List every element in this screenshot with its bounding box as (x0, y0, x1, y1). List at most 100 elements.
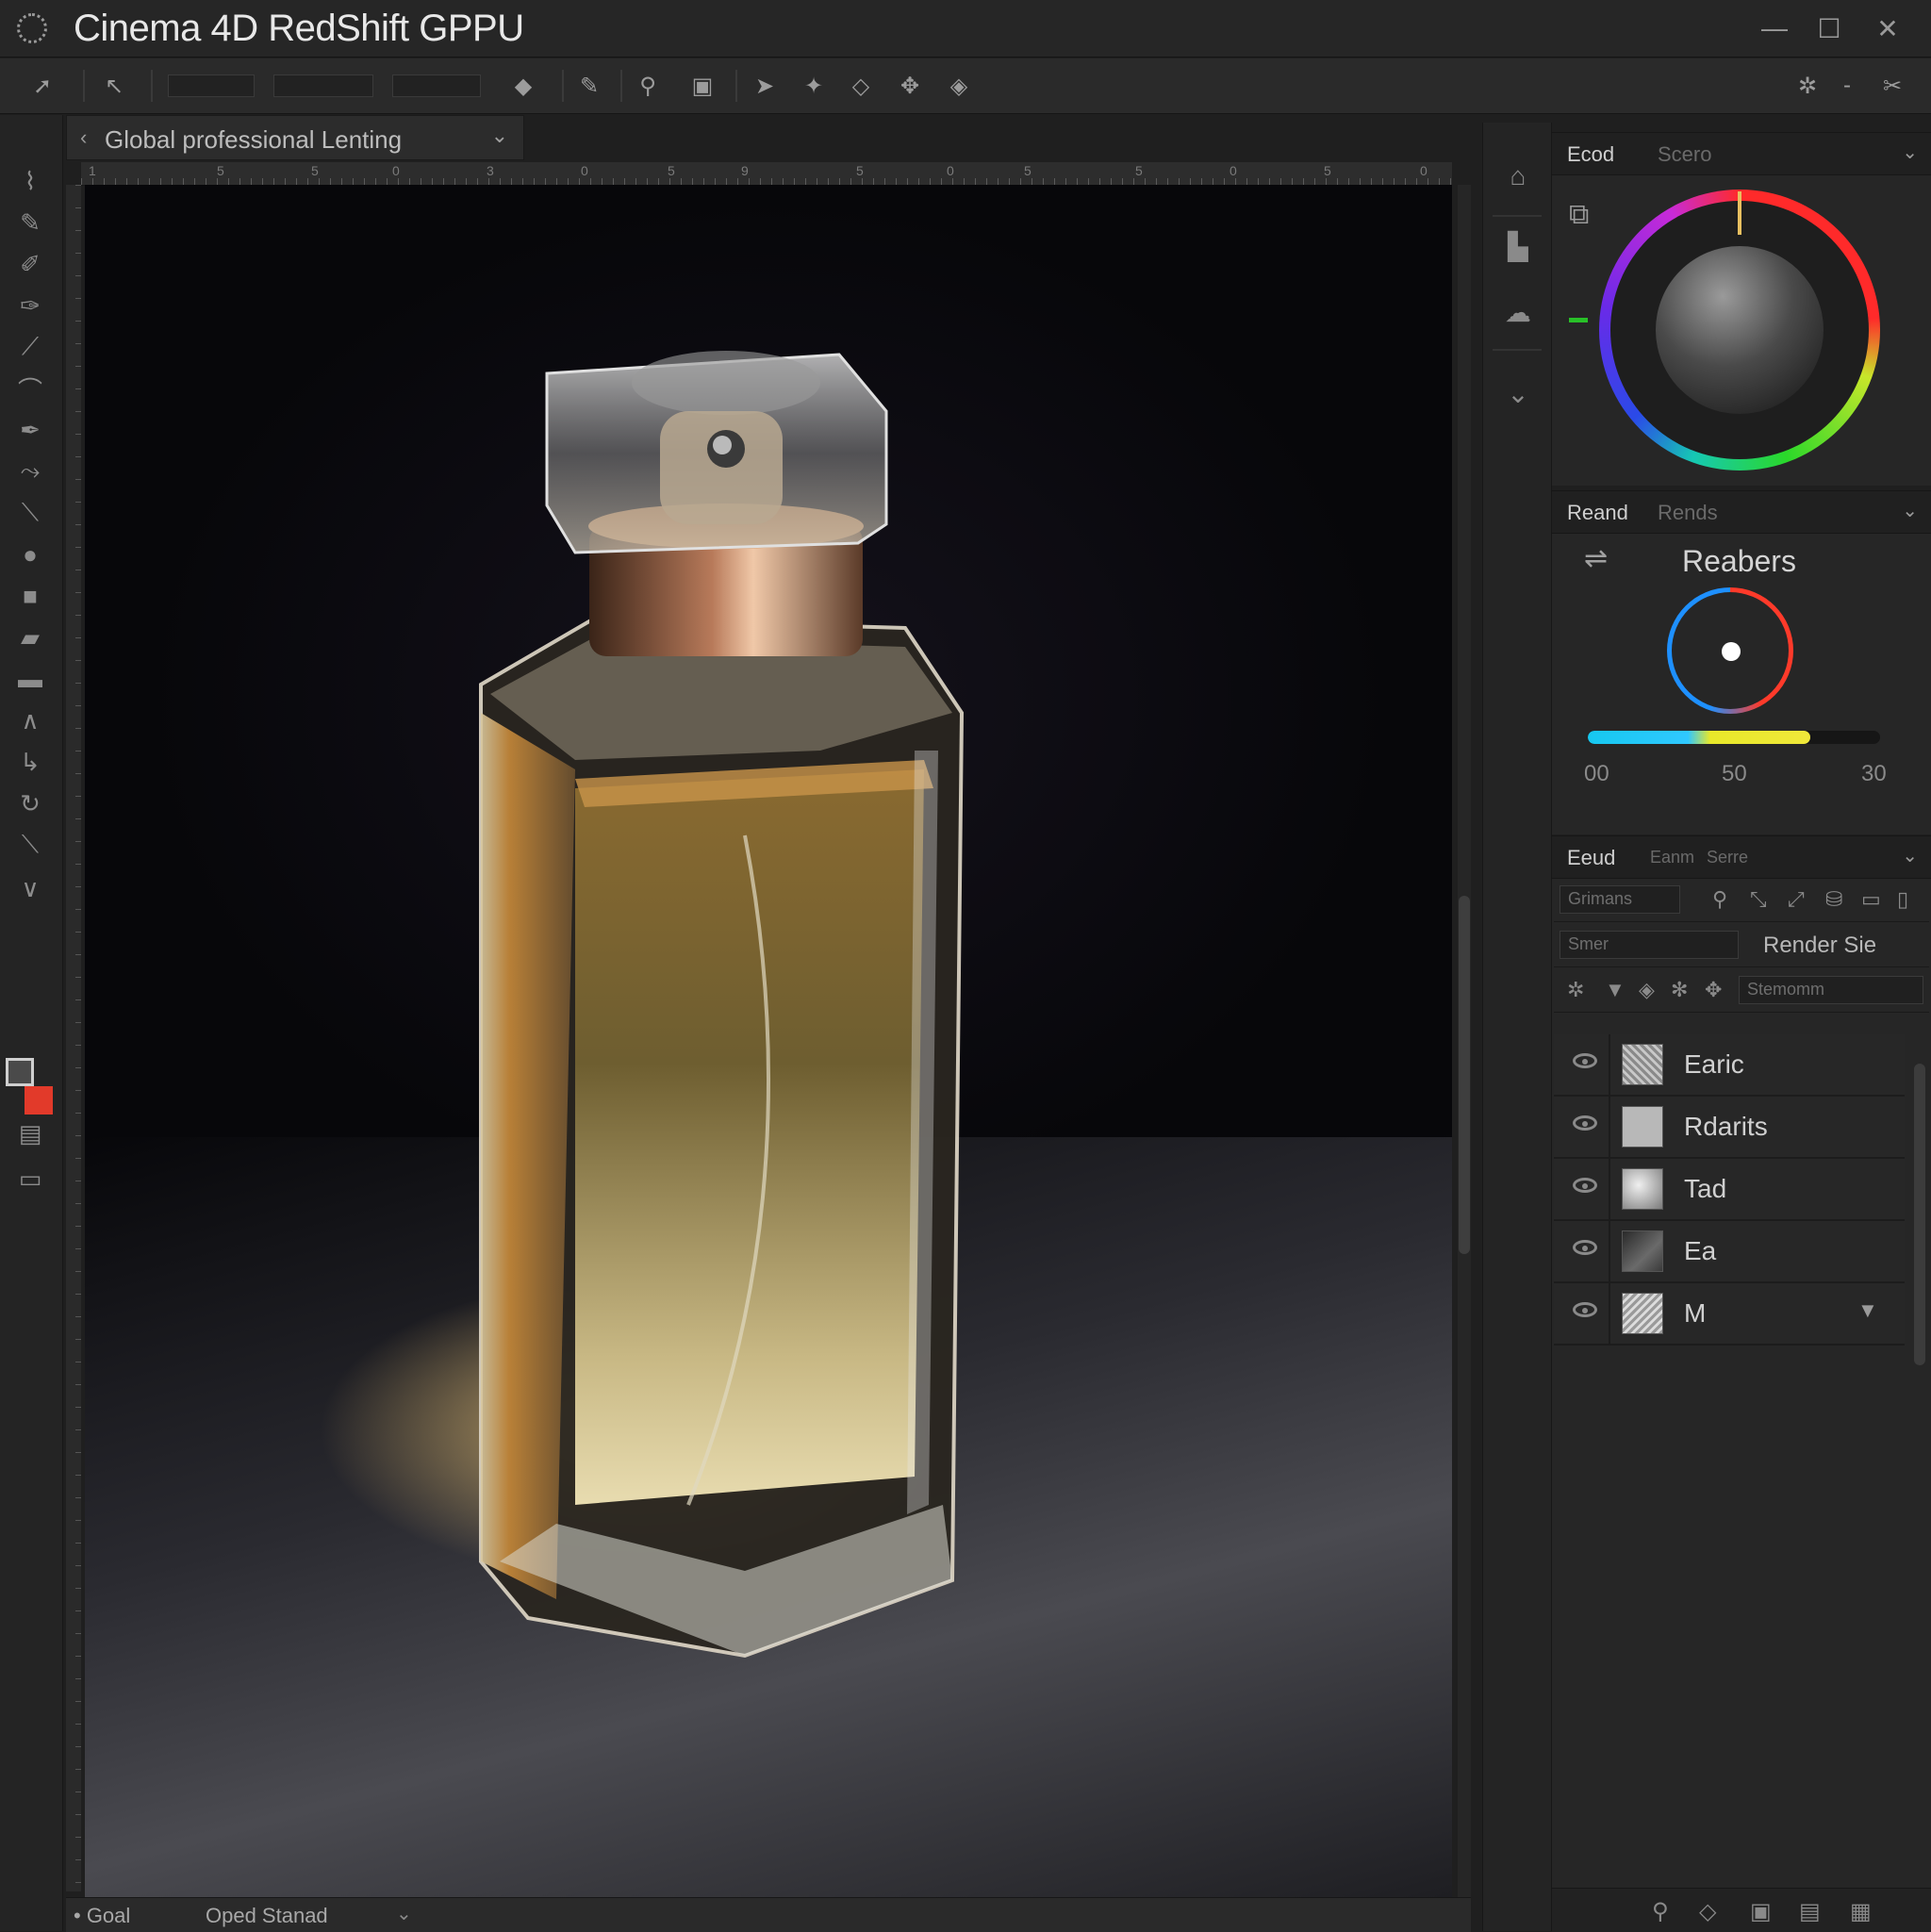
ruler-tool-icon[interactable]: ▰ (13, 622, 47, 652)
lock-icon[interactable]: ▯ (1897, 887, 1908, 912)
collapse-icon[interactable]: - (1833, 72, 1861, 100)
blend-mode-select[interactable]: Grimans (1560, 885, 1680, 914)
layer-row[interactable]: Earic (1554, 1034, 1905, 1097)
line-tool-icon[interactable]: ⟍ (13, 830, 47, 860)
adjust-icon[interactable]: ✥ (1705, 978, 1722, 1002)
render-canvas[interactable] (85, 185, 1452, 1897)
brush-tool-icon[interactable]: ⌇ (13, 166, 47, 196)
eye-icon[interactable] (1573, 1178, 1597, 1193)
layer-filter-select[interactable]: Stemomm (1739, 976, 1923, 1004)
chevron-down-icon[interactable]: ⌄ (1502, 377, 1534, 409)
move-tool-icon[interactable]: ➤ (751, 72, 779, 100)
filter-down-icon[interactable]: ▼ (1605, 978, 1626, 1002)
pin-icon[interactable]: ✦ (800, 72, 828, 100)
tools-icon[interactable]: ✂ (1878, 72, 1906, 100)
chevron-left-icon[interactable]: ‹ (80, 125, 87, 150)
pin-icon[interactable]: ⤢ (1788, 887, 1805, 912)
screen-mode-icon[interactable]: ▤ (13, 1118, 47, 1148)
status-mode-dropdown[interactable]: Oped Stanad (206, 1904, 328, 1928)
pen-tool-icon[interactable]: ✒ (13, 415, 47, 445)
layers-scrollbar-thumb[interactable] (1914, 1064, 1925, 1365)
maximize-button[interactable]: ☐ (1807, 8, 1852, 49)
pencil-tool-icon[interactable]: ✐ (13, 249, 47, 279)
color-preview-ball[interactable] (1656, 246, 1824, 414)
chevron-down-icon[interactable]: ⌄ (1902, 844, 1918, 867)
screen-icon[interactable]: ▭ (1861, 887, 1881, 912)
smudge-tool-icon[interactable]: ⟋ (13, 332, 47, 362)
search-icon[interactable]: ⚲ (1712, 887, 1727, 912)
pointer-icon[interactable]: ➚ (28, 72, 57, 100)
tab-eeud[interactable]: Eeud (1567, 846, 1615, 870)
tab-ecod[interactable]: Ecod (1567, 142, 1614, 167)
tab-reand[interactable]: Reand (1567, 501, 1628, 525)
eraser-tool-icon[interactable]: ✑ (13, 290, 47, 321)
tab-rends[interactable]: Rends (1658, 501, 1718, 525)
rotate-icon[interactable]: ✥ (896, 72, 924, 100)
bucket-icon[interactable]: ⛁ (1825, 887, 1842, 912)
select-icon[interactable]: ↖ (100, 72, 128, 100)
stamp-icon[interactable]: ⚲ (634, 72, 662, 100)
chevron-down-icon[interactable]: ⌄ (1902, 140, 1918, 164)
rotate-tool-icon[interactable]: ↻ (13, 788, 47, 818)
gear-icon[interactable] (17, 13, 47, 43)
gear-icon[interactable]: ✲ (1567, 978, 1584, 1002)
mode-dropdown[interactable] (392, 74, 481, 97)
hue-marker[interactable] (1738, 191, 1741, 235)
stroke-width-field[interactable] (168, 74, 255, 97)
eye-icon[interactable] (1573, 1302, 1597, 1317)
histogram-icon[interactable]: ▙ (1502, 230, 1534, 262)
new-group-icon[interactable]: ▣ (1750, 1898, 1772, 1925)
caret-up-icon[interactable]: ∧ (13, 705, 47, 735)
render-slider[interactable] (1588, 731, 1880, 744)
link-icon[interactable]: ⤡ (1750, 887, 1767, 912)
layer-row[interactable]: Rdarits (1554, 1097, 1905, 1159)
size-dropdown[interactable] (273, 74, 373, 97)
delete-layer-icon[interactable]: ▦ (1850, 1898, 1872, 1925)
hook-tool-icon[interactable]: ↳ (13, 747, 47, 777)
chevron-down-icon[interactable]: ⌄ (1902, 499, 1918, 522)
shape-tool-icon[interactable]: ▬ (13, 664, 47, 694)
layer-row[interactable]: Tad (1554, 1159, 1905, 1221)
minimize-button[interactable]: — (1752, 8, 1797, 49)
rectangle-tool-icon[interactable]: ■ (13, 581, 47, 611)
frame-icon[interactable]: ▣ (688, 72, 717, 100)
lasso-tool-icon[interactable]: ⌒ (13, 373, 47, 405)
tab-serre[interactable]: Serre (1707, 848, 1748, 867)
knife-tool-icon[interactable]: ⟍ (13, 498, 47, 528)
render-size-label[interactable]: Render Sie (1763, 933, 1876, 959)
layer-row[interactable]: Ea (1554, 1221, 1905, 1283)
opacity-select[interactable]: Smer (1560, 931, 1739, 959)
dropper-tool-icon[interactable]: ⤳ (13, 456, 47, 487)
eye-icon[interactable] (1573, 1115, 1597, 1131)
expand-caret-icon[interactable]: ▼ (1857, 1298, 1878, 1323)
document-tab[interactable]: ‹ Global professional Lenting ⌄ (66, 115, 524, 160)
blob-tool-icon[interactable]: ● (13, 539, 47, 570)
quick-mask-icon[interactable]: ▭ (13, 1164, 47, 1194)
close-button[interactable]: ✕ (1865, 8, 1910, 49)
check-tool-icon[interactable]: ∨ (13, 873, 47, 903)
swatches-icon[interactable]: ⧉ (1569, 199, 1589, 231)
tag-icon[interactable]: ◇ (1699, 1898, 1716, 1925)
layers-cloud-icon[interactable]: ☁ (1502, 296, 1534, 328)
chevron-down-icon[interactable]: ⌄ (491, 124, 508, 148)
eye-icon[interactable] (1573, 1053, 1597, 1068)
new-layer-icon[interactable]: ▤ (1799, 1898, 1821, 1925)
background-color-swatch[interactable] (25, 1086, 53, 1115)
anchor-icon[interactable]: ◈ (945, 72, 973, 100)
play-tag-icon[interactable]: ◆ (509, 72, 537, 100)
filter-icon[interactable]: ⇌ (1584, 542, 1608, 575)
eye-icon[interactable] (1573, 1240, 1597, 1255)
paint-tool-icon[interactable]: ✎ (13, 207, 47, 238)
settings-gear-icon[interactable]: ✲ (1793, 72, 1822, 100)
home-icon[interactable]: ⌂ (1502, 160, 1534, 192)
canvas-scrollbar-thumb[interactable] (1459, 896, 1470, 1254)
chevron-down-icon[interactable]: ⌄ (396, 1902, 412, 1925)
tab-scero[interactable]: Scero (1658, 142, 1711, 167)
foreground-color-swatch[interactable] (6, 1058, 34, 1086)
fx-icon[interactable]: ✻ (1671, 978, 1688, 1002)
dial-handle[interactable] (1722, 642, 1741, 661)
tab-eanm[interactable]: Eanm (1650, 848, 1694, 867)
brush-icon[interactable]: ✎ (575, 72, 603, 100)
search-icon[interactable]: ⚲ (1652, 1898, 1669, 1925)
mask-icon[interactable]: ◈ (1639, 978, 1655, 1002)
